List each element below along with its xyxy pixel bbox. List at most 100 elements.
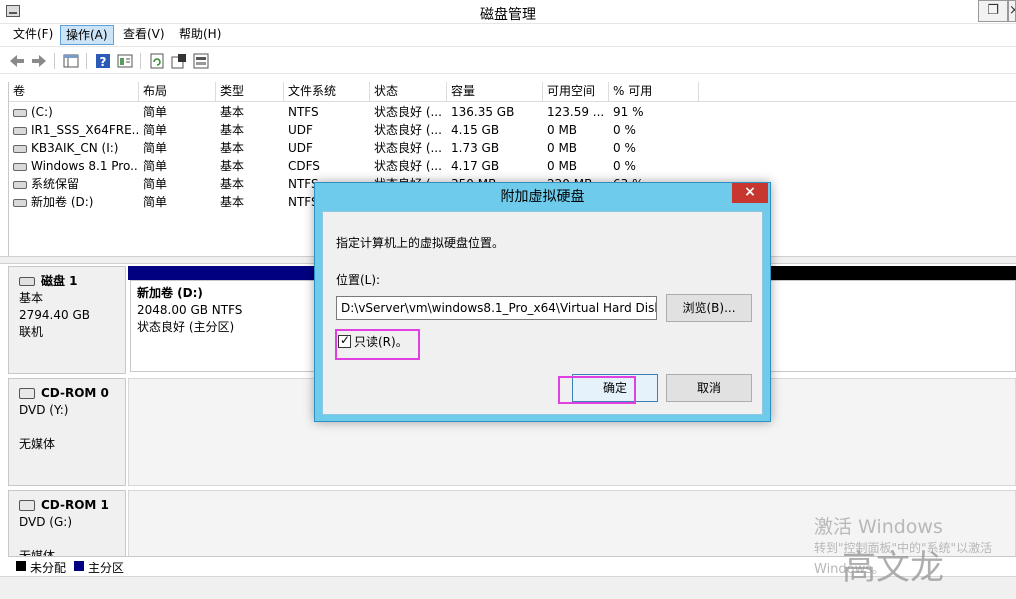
table-row[interactable]: Windows 8.1 Pro... 简单 基本 CDFS 状态良好 (... 4.17 …	[9, 157, 709, 175]
cdrom-drive-icon	[19, 500, 35, 511]
activation-watermark-title: 激活 Windows	[814, 516, 943, 538]
toolbar-separator	[86, 53, 87, 69]
cell-volume-name: (C:)	[9, 103, 139, 121]
cell-filesystem: UDF	[288, 123, 313, 137]
volume-label: (C:)	[31, 105, 53, 119]
cdrom-0-info[interactable]: CD-ROM 0 DVD (Y:) 无媒体	[8, 378, 126, 486]
menu-help[interactable]: 帮助(H)	[174, 25, 226, 45]
volume-icon	[13, 199, 27, 207]
volume-icon	[13, 127, 27, 135]
restore-button[interactable]: ❐	[978, 0, 1008, 22]
unallocated-swatch	[16, 561, 26, 571]
settings-icon[interactable]	[170, 52, 188, 70]
cell-type: 基本	[220, 195, 245, 209]
disk-status: 联机	[19, 325, 44, 339]
partition-d[interactable]: 新加卷 (D:) 2048.00 GB NTFS 状态良好 (主分区)	[130, 280, 318, 372]
back-arrow-icon[interactable]	[8, 52, 26, 70]
cell-filesystem: UDF	[288, 141, 313, 155]
cell-layout: 简单	[143, 141, 168, 155]
column-header-percent-free[interactable]: % 可用	[609, 82, 699, 102]
browse-button[interactable]: 浏览(B)...	[666, 294, 752, 322]
forward-arrow-icon[interactable]	[30, 52, 48, 70]
cell-percent-free: 0 %	[613, 141, 636, 155]
menu-action[interactable]: 操作(A)	[60, 25, 114, 45]
menu-bar: 文件(F) 操作(A) 查看(V) 帮助(H)	[0, 24, 1016, 46]
disk-1-info[interactable]: 磁盘 1 基本 2794.40 GB 联机	[8, 266, 126, 374]
volume-label: Windows 8.1 Pro...	[31, 159, 139, 173]
cell-percent-free: 0 %	[613, 123, 636, 137]
volume-icon	[13, 145, 27, 153]
column-header-status[interactable]: 状态	[370, 82, 447, 102]
dialog-instruction: 指定计算机上的虚拟硬盘位置。	[336, 236, 505, 250]
location-label: 位置(L):	[336, 273, 381, 287]
cdrom-1-info[interactable]: CD-ROM 1 DVD (G:) 无媒体	[8, 490, 126, 556]
cell-percent-free: 91 %	[613, 105, 644, 119]
cell-volume-name: Windows 8.1 Pro...	[9, 157, 139, 175]
disk-drive-icon	[19, 277, 35, 286]
cell-capacity: 136.35 GB	[451, 105, 515, 119]
cell-free-space: 123.59 ...	[547, 105, 605, 119]
volume-label: 新加卷 (D:)	[31, 195, 94, 209]
cell-type: 基本	[220, 159, 245, 173]
svg-text:?: ?	[100, 55, 107, 69]
window-title: 磁盘管理	[480, 7, 536, 23]
volume-label: IR1_SSS_X64FRE...	[31, 123, 139, 137]
partition-name: 新加卷 (D:)	[137, 286, 203, 300]
column-header-volume[interactable]: 卷	[9, 82, 139, 102]
dialog-close-button[interactable]: ×	[732, 183, 768, 203]
cell-filesystem: CDFS	[288, 159, 320, 173]
primary-partition-swatch	[74, 561, 84, 571]
column-header-free-space[interactable]: 可用空间	[543, 82, 609, 102]
cell-free-space: 0 MB	[547, 123, 578, 137]
table-row[interactable]: (C:) 简单 基本 NTFS 状态良好 (... 136.35 GB 123.59 ...…	[9, 103, 709, 121]
disk-icon[interactable]	[192, 52, 210, 70]
menu-file[interactable]: 文件(F)	[8, 25, 58, 45]
cell-status: 状态良好 (...	[374, 105, 442, 119]
title-bar: 磁盘管理 ❐ ×	[0, 0, 1016, 24]
cell-layout: 简单	[143, 123, 168, 137]
cell-status: 状态良好 (...	[374, 159, 442, 173]
console-tree-icon[interactable]	[62, 52, 80, 70]
author-watermark: 高文龙	[842, 548, 944, 588]
help-icon[interactable]: ?	[94, 52, 112, 70]
volume-label: KB3AIK_CN (I:)	[31, 141, 119, 155]
cell-free-space: 0 MB	[547, 141, 578, 155]
cdrom-media: 无媒体	[19, 549, 56, 556]
column-header-type[interactable]: 类型	[216, 82, 284, 102]
volume-icon	[13, 163, 27, 171]
cell-free-space: 0 MB	[547, 159, 578, 173]
disk-type: 基本	[19, 291, 44, 305]
cell-filesystem: NTFS	[288, 105, 319, 119]
location-input[interactable]: D:\vServer\vm\windows8.1_Pro_x64\Virtual…	[336, 296, 657, 320]
cell-layout: 简单	[143, 159, 168, 173]
cdrom-name: CD-ROM 0	[41, 386, 109, 400]
properties-icon[interactable]	[116, 52, 134, 70]
cell-layout: 简单	[143, 105, 168, 119]
cell-volume-name: IR1_SSS_X64FRE...	[9, 121, 139, 139]
cell-layout: 简单	[143, 195, 168, 209]
cell-volume-name: KB3AIK_CN (I:)	[9, 139, 139, 157]
cell-percent-free: 0 %	[613, 159, 636, 173]
cancel-button[interactable]: 取消	[666, 374, 752, 402]
volume-label: 系统保留	[31, 177, 80, 191]
cell-status: 状态良好 (...	[374, 141, 442, 155]
cell-status: 状态良好 (...	[374, 123, 442, 137]
column-header-filler	[699, 82, 1016, 102]
column-header-filesystem[interactable]: 文件系统	[284, 82, 370, 102]
cell-type: 基本	[220, 105, 245, 119]
column-header-layout[interactable]: 布局	[139, 82, 216, 102]
window-close-button[interactable]: ×	[1008, 0, 1016, 22]
table-row[interactable]: IR1_SSS_X64FRE... 简单 基本 UDF 状态良好 (... 4.15 GB…	[9, 121, 709, 139]
menu-view[interactable]: 查看(V)	[118, 25, 170, 45]
cell-type: 基本	[220, 123, 245, 137]
column-header-capacity[interactable]: 容量	[447, 82, 543, 102]
cell-capacity: 4.17 GB	[451, 159, 500, 173]
cell-layout: 简单	[143, 177, 168, 191]
table-row[interactable]: KB3AIK_CN (I:) 简单 基本 UDF 状态良好 (... 1.73 GB 0 M…	[9, 139, 709, 157]
toolbar-separator	[54, 53, 55, 69]
dialog-title: 附加虚拟硬盘	[500, 189, 585, 205]
cell-capacity: 4.15 GB	[451, 123, 500, 137]
cell-type: 基本	[220, 141, 245, 155]
refresh-icon[interactable]	[148, 52, 166, 70]
volume-icon	[13, 109, 27, 117]
